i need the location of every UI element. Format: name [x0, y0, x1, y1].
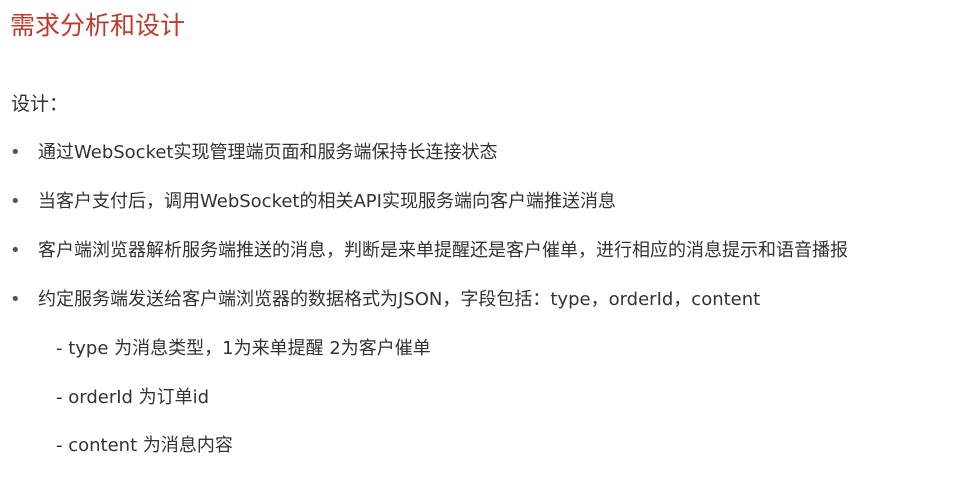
bullet-item: • 客户端浏览器解析服务端推送的消息，判断是来单提醒还是客户催单，进行相应的消息提…: [10, 237, 848, 265]
bullet-text: 约定服务端发送给客户端浏览器的数据格式为JSON，字段包括：type，order…: [38, 289, 761, 310]
bullet-text: 当客户支付后，调用WebSocket的相关API实现服务端向客户端推送消息: [38, 191, 616, 212]
slide-title: 需求分析和设计: [10, 11, 186, 40]
bullet-item: • 约定服务端发送给客户端浏览器的数据格式为JSON，字段包括：type，orde…: [10, 286, 760, 314]
bullet-dot-icon: •: [10, 191, 21, 212]
bullet-item: • 通过WebSocket实现管理端页面和服务端保持长连接状态: [10, 139, 498, 167]
slide: 需求分析和设计 设计： • 通过WebSocket实现管理端页面和服务端保持长连接…: [0, 0, 968, 483]
bullet-text: 客户端浏览器解析服务端推送的消息，判断是来单提醒还是客户催单，进行相应的消息提示…: [38, 240, 848, 261]
bullet-item: • 当客户支付后，调用WebSocket的相关API实现服务端向客户端推送消息: [10, 188, 616, 216]
bullet-text: 通过WebSocket实现管理端页面和服务端保持长连接状态: [38, 142, 498, 163]
sub-item-content: - content 为消息内容: [56, 435, 233, 456]
bullet-dot-icon: •: [10, 289, 21, 310]
section-label-design: 设计：: [11, 93, 69, 115]
bullet-dot-icon: •: [10, 240, 21, 261]
sub-item-orderid: - orderId 为订单id: [56, 387, 210, 408]
sub-item-type: - type 为消息类型，1为来单提醒 2为客户催单: [56, 338, 431, 359]
bullet-dot-icon: •: [10, 142, 21, 163]
